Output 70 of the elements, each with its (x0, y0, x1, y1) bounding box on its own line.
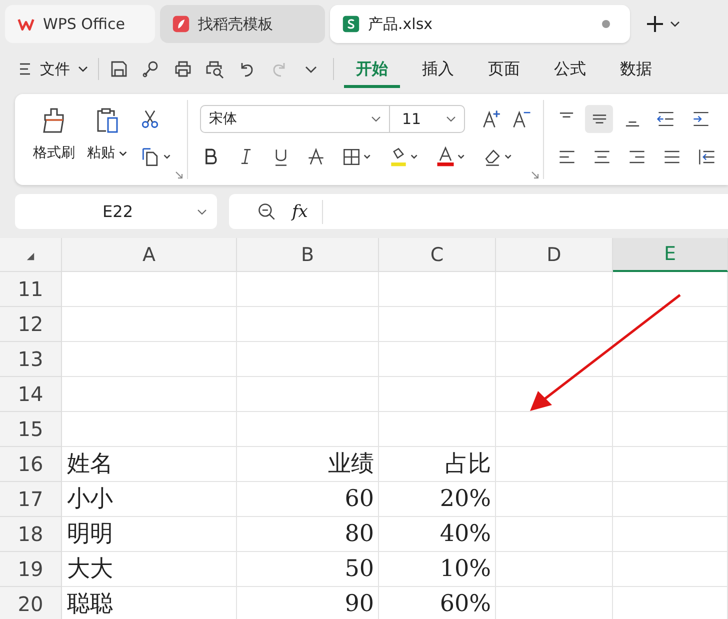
table-cell: 姓名 (62, 447, 237, 482)
ribbon-tab[interactable]: 公式 (542, 50, 598, 88)
chevron-down-icon[interactable] (119, 150, 127, 156)
row-header[interactable]: 13 (0, 342, 62, 377)
file-menu-label[interactable]: 文件 (40, 60, 70, 78)
row-header[interactable]: 18 (0, 517, 62, 552)
column-header[interactable]: A (62, 238, 237, 272)
table-cell: 50 (237, 552, 379, 587)
row-header[interactable]: 16 (0, 447, 62, 482)
column-header[interactable]: C (379, 238, 496, 272)
select-all-icon[interactable] (26, 252, 35, 261)
font-size-dropdown[interactable]: 11 (389, 105, 465, 133)
column-header[interactable]: B (237, 238, 379, 272)
row-header[interactable]: 14 (0, 377, 62, 412)
row-header[interactable]: 20 (0, 587, 62, 619)
chevron-down-icon (446, 116, 456, 122)
document-tab[interactable]: 产品.xlsx (330, 5, 630, 43)
table-cell: 20% (379, 482, 496, 517)
dialog-launcher-icon[interactable] (175, 171, 183, 179)
chevron-down-icon[interactable] (670, 21, 680, 27)
table-cell: 60% (379, 587, 496, 619)
ribbon-tab[interactable]: 数据 (608, 50, 664, 88)
table-cell: 60 (237, 482, 379, 517)
table-cell: 大大 (62, 552, 237, 587)
leaf-logo-icon (172, 15, 190, 33)
table-cell: 小小 (62, 482, 237, 517)
print-icon[interactable] (173, 59, 193, 79)
table-cell: 10% (379, 552, 496, 587)
table-cell: 业绩 (237, 447, 379, 482)
table-cell: 聪聪 (62, 587, 237, 619)
vertical-align-icon (558, 112, 574, 118)
spreadsheet-logo-icon (342, 15, 360, 33)
table-cell: 占比 (379, 447, 496, 482)
ribbon-tab[interactable]: 开始 (344, 50, 400, 88)
decrease-font-icon[interactable] (511, 108, 533, 130)
column-header[interactable]: D (496, 238, 613, 272)
row-header[interactable]: 15 (0, 412, 62, 447)
print-preview-icon[interactable] (205, 59, 225, 79)
ribbon-tab[interactable]: 插入 (410, 50, 466, 88)
table-cell: 明明 (62, 517, 237, 552)
formula-field[interactable]: fx (229, 194, 728, 229)
ribbon-tab[interactable]: 页面 (476, 50, 532, 88)
paste-button[interactable]: 粘贴 (87, 100, 127, 179)
file-menu[interactable]: 文件 (18, 60, 88, 78)
name-box[interactable]: E22 (15, 194, 217, 229)
save-icon[interactable] (109, 59, 129, 79)
vertical-align-button[interactable] (585, 105, 613, 133)
dialog-launcher-icon[interactable] (531, 171, 539, 179)
table-cell: 80 (237, 517, 379, 552)
vertical-align-icon (592, 114, 606, 124)
format-painter-button[interactable]: 格式刷 (33, 100, 75, 179)
vertical-align-icon (624, 120, 640, 126)
row-header[interactable]: 12 (0, 307, 62, 342)
chevron-down-icon (371, 116, 381, 122)
new-tab-plus-icon[interactable] (645, 14, 665, 34)
scissors-icon[interactable] (139, 108, 161, 130)
menu-icon (18, 62, 32, 76)
insert-function-button[interactable]: fx (292, 202, 308, 222)
font-name-dropdown[interactable]: 宋体 (200, 105, 390, 133)
table-cell: 90 (237, 587, 379, 619)
chevron-down-icon (78, 66, 88, 72)
document-tab[interactable]: 找稻壳模板 (160, 5, 325, 43)
column-header[interactable]: E (613, 238, 728, 272)
row-header[interactable]: 19 (0, 552, 62, 587)
row-header[interactable]: 11 (0, 272, 62, 307)
row-header[interactable]: 17 (0, 482, 62, 517)
chevron-down-icon (197, 208, 207, 214)
increase-font-icon[interactable] (481, 108, 503, 130)
document-tab[interactable]: WPS Office (5, 5, 155, 43)
table-cell: 40% (379, 517, 496, 552)
